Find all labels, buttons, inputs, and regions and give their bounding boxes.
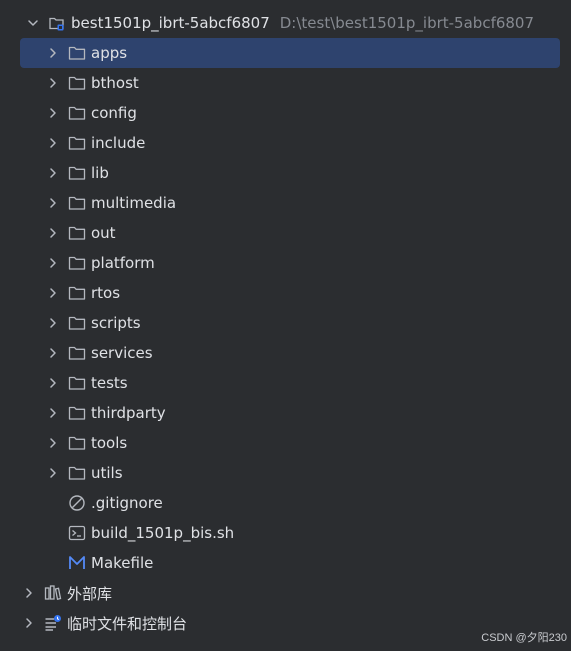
folder-icon bbox=[67, 464, 87, 482]
root-label: 临时文件和控制台 bbox=[67, 614, 188, 633]
project-module-icon bbox=[47, 14, 67, 32]
folder-label: bthost bbox=[91, 74, 139, 92]
chevron-right-icon[interactable] bbox=[45, 255, 61, 271]
folder-icon bbox=[67, 74, 87, 92]
root-label: 外部库 bbox=[67, 584, 113, 603]
folder-icon bbox=[67, 344, 87, 362]
chevron-right-icon[interactable] bbox=[45, 465, 61, 481]
chevron-right-icon[interactable] bbox=[45, 435, 61, 451]
chevron-right-icon[interactable] bbox=[45, 195, 61, 211]
project-name: best1501p_ibrt-5abcf6807 bbox=[71, 14, 270, 32]
folder-label: rtos bbox=[91, 284, 121, 302]
folder-node-services[interactable]: services bbox=[0, 338, 571, 368]
chevron-right-icon[interactable] bbox=[45, 135, 61, 151]
folder-node-utils[interactable]: utils bbox=[0, 458, 571, 488]
folder-label: config bbox=[91, 104, 137, 122]
folder-node-apps[interactable]: apps bbox=[20, 38, 560, 68]
chevron-right-icon[interactable] bbox=[21, 615, 37, 631]
folder-label: apps bbox=[91, 44, 128, 62]
chevron-down-icon[interactable] bbox=[25, 15, 41, 31]
folder-node-lib[interactable]: lib bbox=[0, 158, 571, 188]
folder-label: tests bbox=[91, 374, 128, 392]
folder-label: utils bbox=[91, 464, 123, 482]
folder-node-platform[interactable]: platform bbox=[0, 248, 571, 278]
folder-node-bthost[interactable]: bthost bbox=[0, 68, 571, 98]
folder-node-tests[interactable]: tests bbox=[0, 368, 571, 398]
file-node[interactable]: Makefile bbox=[0, 548, 571, 578]
folder-label: out bbox=[91, 224, 116, 242]
folder-icon bbox=[67, 374, 87, 392]
folder-node-multimedia[interactable]: multimedia bbox=[0, 188, 571, 218]
chevron-right-icon[interactable] bbox=[45, 375, 61, 391]
watermark: CSDN @夕阳230 bbox=[481, 632, 567, 644]
chevron-right-icon[interactable] bbox=[45, 405, 61, 421]
folder-label: thirdparty bbox=[91, 404, 166, 422]
folder-label: multimedia bbox=[91, 194, 177, 212]
folder-node-thirdparty[interactable]: thirdparty bbox=[0, 398, 571, 428]
folder-icon bbox=[67, 134, 87, 152]
folder-node-config[interactable]: config bbox=[0, 98, 571, 128]
folder-icon bbox=[67, 164, 87, 182]
folder-icon bbox=[67, 104, 87, 122]
folder-icon bbox=[67, 44, 87, 62]
folder-label: services bbox=[91, 344, 153, 362]
file-node[interactable]: .gitignore bbox=[0, 488, 571, 518]
project-root-node[interactable]: best1501p_ibrt-5abcf6807 D:\test\best150… bbox=[0, 8, 571, 38]
folder-node-rtos[interactable]: rtos bbox=[0, 278, 571, 308]
folder-label: tools bbox=[91, 434, 128, 452]
scratches-consoles-icon bbox=[43, 614, 63, 632]
folder-node-include[interactable]: include bbox=[0, 128, 571, 158]
folder-node-tools[interactable]: tools bbox=[0, 428, 571, 458]
makefile-icon bbox=[67, 554, 87, 572]
ignore-file-icon bbox=[67, 494, 87, 512]
project-path: D:\test\best1501p_ibrt-5abcf6807 bbox=[279, 14, 535, 32]
chevron-right-icon[interactable] bbox=[21, 585, 37, 601]
file-label: .gitignore bbox=[91, 494, 163, 512]
external-libraries-icon bbox=[43, 584, 63, 602]
chevron-right-icon[interactable] bbox=[45, 285, 61, 301]
chevron-right-icon[interactable] bbox=[45, 315, 61, 331]
folder-icon bbox=[67, 284, 87, 302]
shell-script-icon bbox=[67, 524, 87, 542]
project-tree: best1501p_ibrt-5abcf6807 D:\test\best150… bbox=[0, 8, 571, 638]
chevron-right-icon[interactable] bbox=[45, 75, 61, 91]
folder-icon bbox=[67, 404, 87, 422]
file-node[interactable]: build_1501p_bis.sh bbox=[0, 518, 571, 548]
chevron-right-icon[interactable] bbox=[45, 105, 61, 121]
folder-label: include bbox=[91, 134, 146, 152]
folder-node-out[interactable]: out bbox=[0, 218, 571, 248]
file-label: build_1501p_bis.sh bbox=[91, 524, 235, 542]
chevron-right-icon[interactable] bbox=[45, 165, 61, 181]
root-node[interactable]: 外部库 bbox=[0, 578, 571, 608]
folder-icon bbox=[67, 434, 87, 452]
folder-icon bbox=[67, 224, 87, 242]
chevron-right-icon[interactable] bbox=[45, 45, 61, 61]
file-label: Makefile bbox=[91, 554, 154, 572]
chevron-right-icon[interactable] bbox=[45, 225, 61, 241]
folder-label: platform bbox=[91, 254, 155, 272]
folder-icon bbox=[67, 254, 87, 272]
folder-label: scripts bbox=[91, 314, 141, 332]
folder-icon bbox=[67, 194, 87, 212]
folder-node-scripts[interactable]: scripts bbox=[0, 308, 571, 338]
folder-label: lib bbox=[91, 164, 109, 182]
chevron-right-icon[interactable] bbox=[45, 345, 61, 361]
folder-icon bbox=[67, 314, 87, 332]
